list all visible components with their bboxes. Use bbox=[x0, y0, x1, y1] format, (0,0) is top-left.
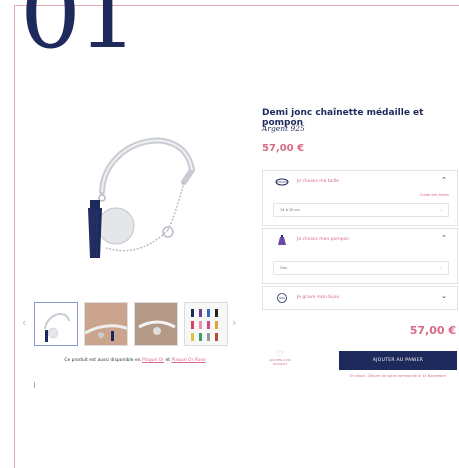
carousel-prev-icon[interactable]: ‹ bbox=[22, 316, 26, 329]
rose-gold-link[interactable]: Plaqué Or Rose bbox=[171, 358, 205, 363]
wishlist-label: AJOUTER À MA WISHLIST bbox=[269, 358, 291, 366]
engrave-option-header[interactable]: Je grave mon bijou ⌄ bbox=[263, 287, 457, 309]
thumbnail-2[interactable] bbox=[84, 302, 128, 346]
chevron-up-icon: ⌃ bbox=[441, 234, 447, 242]
product-price: 57,00 € bbox=[262, 143, 305, 154]
chevron-down-icon: ⌄ bbox=[439, 265, 443, 270]
size-select[interactable]: 14 à 15 cm ⌄ bbox=[273, 203, 449, 217]
tassel-select-value: Gris bbox=[280, 266, 287, 270]
section-number: 01 bbox=[20, 0, 138, 70]
bracelet-size-icon bbox=[275, 178, 289, 186]
stock-note: En stock - Départ de votre commande le 1… bbox=[350, 374, 446, 378]
thumbnail-carousel: ‹ › bbox=[22, 302, 248, 348]
tassel-select[interactable]: Gris ⌄ bbox=[273, 261, 449, 275]
tassel-option-label: Je choisis mon pompon bbox=[297, 237, 350, 242]
divider bbox=[34, 382, 35, 388]
engrave-icon bbox=[277, 293, 287, 303]
engrave-option-panel[interactable]: Je grave mon bijou ⌄ bbox=[262, 286, 458, 310]
frame-left-border bbox=[14, 5, 15, 468]
chevron-up-icon: ⌃ bbox=[441, 176, 447, 184]
size-option-header[interactable]: Je choisis ma taille ⌃ bbox=[263, 171, 457, 193]
size-select-value: 14 à 15 cm bbox=[280, 208, 300, 212]
size-option-label: Je choisis ma taille bbox=[297, 179, 339, 184]
thumbnail-4[interactable] bbox=[184, 302, 228, 346]
product-main-image[interactable] bbox=[44, 108, 244, 298]
carousel-next-icon[interactable]: › bbox=[232, 316, 236, 329]
size-guide-link[interactable]: Guide des tailles bbox=[420, 193, 449, 197]
tassel-icon bbox=[278, 235, 286, 245]
gold-plated-link[interactable]: Plaqué Or bbox=[142, 358, 164, 363]
tassel-option-header[interactable]: Je choisis mon pompon ⌃ bbox=[263, 229, 457, 251]
product-material: Argent 925 bbox=[262, 124, 305, 133]
tassel-option-panel: Je choisis mon pompon ⌃ Gris ⌄ bbox=[262, 228, 458, 284]
add-to-cart-button[interactable]: AJOUTER AU PANIER bbox=[339, 351, 457, 370]
wishlist-button[interactable]: ♡ AJOUTER À MA WISHLIST bbox=[262, 350, 298, 367]
thumbnail-1[interactable] bbox=[34, 302, 78, 346]
thumbnail-3[interactable] bbox=[134, 302, 178, 346]
size-option-panel: Je choisis ma taille ⌃ Guide des tailles… bbox=[262, 170, 458, 226]
engrave-option-label: Je grave mon bijou bbox=[297, 295, 340, 300]
chevron-down-icon: ⌄ bbox=[441, 292, 447, 300]
total-price: 57,00 € bbox=[409, 324, 456, 337]
availability-note: Ce produit est aussi disponible en Plaqu… bbox=[64, 358, 206, 363]
chevron-down-icon: ⌄ bbox=[439, 207, 443, 212]
